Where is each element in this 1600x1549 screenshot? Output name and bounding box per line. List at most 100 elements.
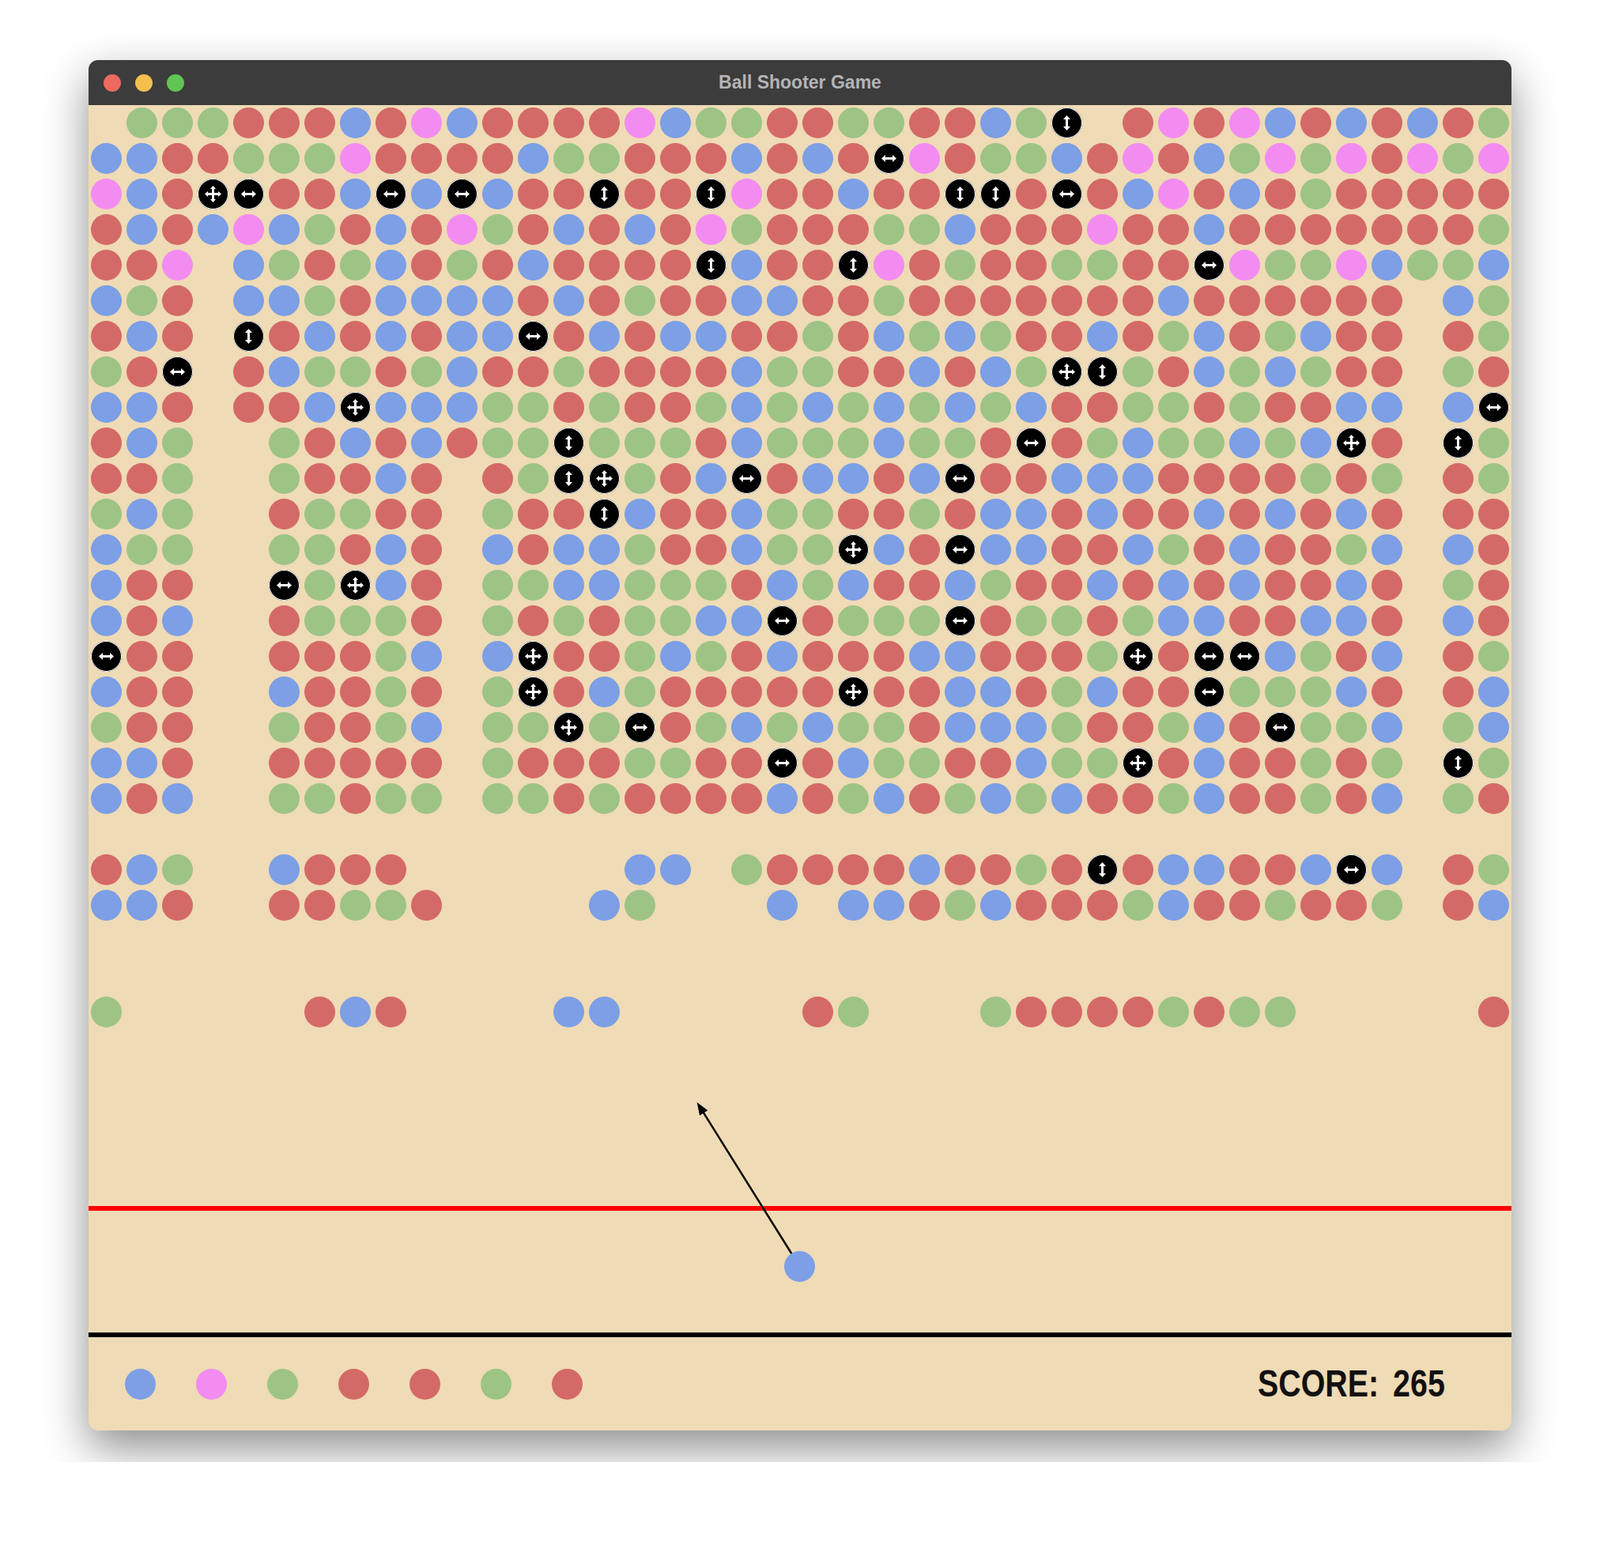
ball <box>1478 676 1510 708</box>
ball <box>304 747 336 779</box>
board-cell <box>586 318 623 355</box>
board-cell <box>301 745 338 782</box>
ball <box>731 107 763 139</box>
board-cell <box>337 247 374 284</box>
board-cell <box>408 425 445 461</box>
board-cell <box>871 140 907 177</box>
ball <box>1193 178 1225 210</box>
board-cell <box>977 496 1014 533</box>
board-cell <box>1404 532 1441 568</box>
ball <box>411 392 442 423</box>
ball <box>1086 641 1118 672</box>
board-cell <box>1369 638 1405 675</box>
board-cell <box>586 674 623 710</box>
powerup-ball <box>90 641 122 672</box>
board-cell <box>622 745 658 782</box>
close-button[interactable] <box>103 74 121 92</box>
board-cell <box>1475 852 1512 888</box>
horizontal-arrow-icon <box>1018 430 1044 456</box>
zoom-button[interactable] <box>166 74 185 92</box>
board-cell <box>622 140 658 177</box>
board-cell <box>301 140 338 177</box>
ball <box>1158 783 1189 815</box>
ball <box>1335 783 1367 815</box>
board-cell <box>444 140 480 177</box>
ball <box>944 285 976 317</box>
ball <box>802 392 834 423</box>
board-cell <box>1049 923 1085 959</box>
board-cell <box>515 389 551 426</box>
ball <box>1193 427 1225 459</box>
ball <box>1086 143 1118 174</box>
ball <box>1015 783 1047 815</box>
board-cell <box>1191 638 1227 675</box>
board-cell <box>195 709 231 746</box>
board-cell <box>1404 283 1441 319</box>
ball <box>162 178 193 210</box>
board-cell <box>800 674 836 710</box>
ball <box>1478 569 1510 601</box>
board-cell <box>1191 389 1227 426</box>
board-cell <box>159 247 196 284</box>
ball <box>339 107 371 139</box>
board-cell <box>408 460 445 497</box>
ball <box>909 605 940 637</box>
board-cell <box>657 852 694 888</box>
ball <box>588 534 620 566</box>
board-cell <box>479 709 516 746</box>
board-cell <box>301 425 338 461</box>
board-cell <box>479 674 516 710</box>
ball <box>1335 676 1367 708</box>
board-cell <box>195 994 231 1031</box>
ball <box>1229 783 1261 815</box>
ball <box>873 249 905 281</box>
board-cell <box>1262 460 1299 497</box>
board-cell <box>1155 816 1192 853</box>
ball <box>980 854 1012 886</box>
minimize-button[interactable] <box>135 74 153 92</box>
board-cell <box>942 247 978 284</box>
ball <box>1229 356 1261 388</box>
ball <box>766 143 798 174</box>
ball <box>1015 214 1047 246</box>
board-cell <box>373 460 409 497</box>
board-cell <box>266 425 302 461</box>
board-cell <box>586 140 623 177</box>
ball <box>837 854 869 886</box>
board-cell <box>1049 709 1085 746</box>
ball <box>162 249 193 281</box>
ball <box>553 392 585 423</box>
board-cell <box>266 674 302 710</box>
board-cell <box>1120 211 1156 248</box>
play-field[interactable] <box>88 1030 1512 1333</box>
board-cell <box>764 852 800 888</box>
board-cell <box>515 460 551 497</box>
board-cell <box>764 567 800 604</box>
powerup-ball <box>375 178 407 210</box>
board-cell <box>1440 318 1476 355</box>
ball <box>909 178 940 210</box>
vertical-arrow-icon <box>236 324 261 349</box>
board-cell <box>1404 745 1441 782</box>
board-cell <box>301 354 338 390</box>
ball <box>1158 712 1189 744</box>
board-cell <box>1333 567 1370 604</box>
ball <box>482 534 514 566</box>
board-cell <box>657 318 694 355</box>
board-cell <box>1404 389 1441 426</box>
board-cell <box>1475 781 1512 817</box>
ball <box>1158 214 1189 246</box>
shooter-ball[interactable] <box>784 1251 816 1283</box>
ball <box>766 320 798 352</box>
board-cell <box>657 603 694 639</box>
board-cell <box>1333 532 1370 568</box>
ball <box>1371 747 1403 779</box>
move-arrows-icon <box>841 537 866 563</box>
ball <box>1015 356 1047 388</box>
board-cell <box>657 923 694 959</box>
board-cell <box>373 994 409 1031</box>
board-cell <box>906 425 943 461</box>
ball <box>304 356 336 388</box>
board-cell <box>1475 603 1512 639</box>
board-cell <box>1369 425 1405 461</box>
